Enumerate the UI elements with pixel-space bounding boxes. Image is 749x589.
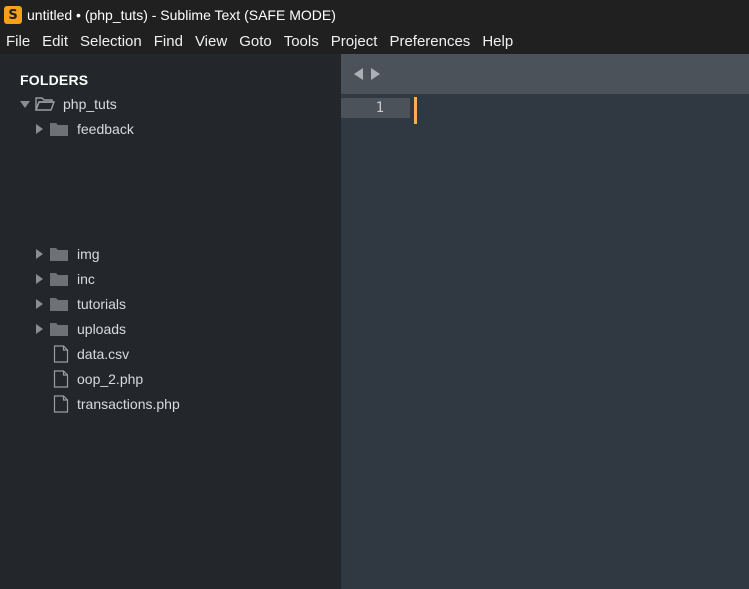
- menu-find[interactable]: Find: [148, 30, 189, 54]
- tree-item-label: data.csv: [77, 346, 130, 362]
- sublime-text-logo-icon: S: [4, 6, 22, 24]
- chevron-down-icon[interactable]: [19, 98, 31, 110]
- menu-project[interactable]: Project: [325, 30, 384, 54]
- folders-header: FOLDERS: [20, 72, 89, 88]
- menu-selection[interactable]: Selection: [74, 30, 148, 54]
- text-caret: [414, 97, 417, 124]
- editor-pane[interactable]: 1: [341, 54, 749, 589]
- title-bar: S untitled • (php_tuts) - Sublime Text (…: [0, 0, 749, 30]
- menu-view[interactable]: View: [189, 30, 233, 54]
- tree-root-php-tuts[interactable]: php_tuts: [19, 93, 117, 115]
- chevron-right-icon[interactable]: [33, 298, 45, 310]
- file-icon: [53, 370, 69, 388]
- chevron-right-icon[interactable]: [33, 123, 45, 135]
- tree-file-transactions-php[interactable]: transactions.php: [53, 393, 180, 415]
- menu-file[interactable]: File: [0, 30, 36, 54]
- menu-bar: File Edit Selection Find View Goto Tools…: [0, 30, 749, 54]
- tree-folder-img[interactable]: img: [33, 243, 100, 265]
- tab-bar: [341, 54, 749, 94]
- menu-preferences[interactable]: Preferences: [383, 30, 476, 54]
- window-title: untitled • (php_tuts) - Sublime Text (SA…: [27, 7, 336, 23]
- tree-item-label: feedback: [77, 121, 134, 137]
- tree-folder-feedback[interactable]: feedback: [33, 118, 134, 140]
- chevron-right-icon[interactable]: [33, 323, 45, 335]
- tree-root-label: php_tuts: [63, 96, 117, 112]
- folder-icon: [50, 273, 68, 286]
- tab-scroll-left-icon[interactable]: [354, 68, 363, 80]
- tree-item-label: transactions.php: [77, 396, 180, 412]
- menu-edit[interactable]: Edit: [36, 30, 74, 54]
- chevron-right-icon[interactable]: [33, 248, 45, 260]
- folder-icon: [50, 323, 68, 336]
- tree-item-label: oop_2.php: [77, 371, 144, 387]
- tree-item-label: inc: [77, 271, 95, 287]
- menu-help[interactable]: Help: [476, 30, 519, 54]
- tree-folder-tutorials[interactable]: tutorials: [33, 293, 126, 315]
- folder-icon: [50, 298, 68, 311]
- tree-item-label: img: [77, 246, 100, 262]
- menu-goto[interactable]: Goto: [233, 30, 278, 54]
- tree-folder-inc[interactable]: inc: [33, 268, 95, 290]
- gutter-line-highlight: 1: [341, 98, 410, 118]
- open-folder-icon: [35, 97, 55, 111]
- file-icon: [53, 395, 69, 413]
- tree-file-data-csv[interactable]: data.csv: [53, 343, 129, 365]
- tree-folder-uploads[interactable]: uploads: [33, 318, 126, 340]
- folder-icon: [50, 248, 68, 261]
- chevron-right-icon[interactable]: [33, 273, 45, 285]
- folder-icon: [50, 123, 68, 136]
- line-number: 1: [375, 100, 384, 116]
- tree-item-label: uploads: [77, 321, 127, 337]
- tree-file-oop-2-php[interactable]: oop_2.php: [53, 368, 143, 390]
- sidebar: FOLDERS php_tuts feedback img inc tutori…: [0, 54, 340, 589]
- tab-scroll-right-icon[interactable]: [371, 68, 380, 80]
- tree-item-label: tutorials: [77, 296, 127, 312]
- logo-glyph: S: [8, 7, 18, 23]
- menu-tools[interactable]: Tools: [278, 30, 325, 54]
- file-icon: [53, 345, 69, 363]
